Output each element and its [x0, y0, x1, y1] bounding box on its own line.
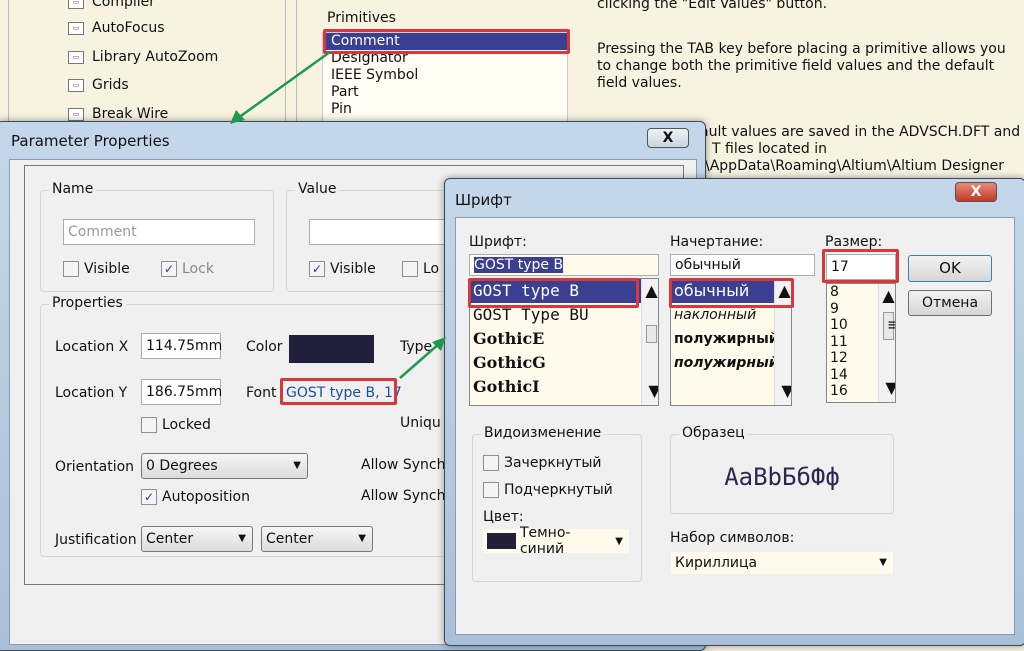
arrow-comment-to-dialog [230, 50, 331, 124]
arrow-font-to-dialog [399, 337, 446, 379]
annotation-arrows [230, 50, 446, 379]
